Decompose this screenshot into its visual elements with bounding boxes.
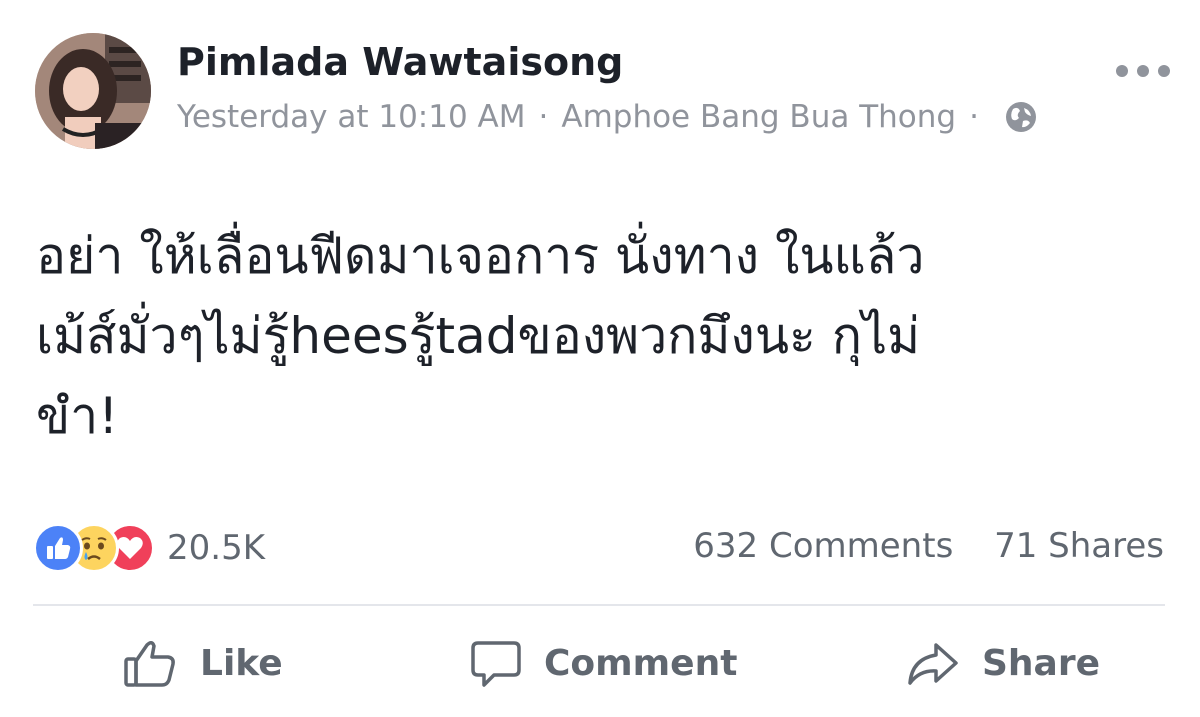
post-text: อย่า ให้เลื่อนฟีดมาเจอการ นั่งทาง ในแล้ว… — [36, 216, 1176, 456]
share-button[interactable]: Share — [906, 632, 1100, 694]
comments-count[interactable]: 632 Comments — [693, 526, 953, 566]
reactions-summary[interactable]: 20.5K — [33, 523, 265, 573]
share-label: Share — [982, 642, 1101, 684]
post-meta: Yesterday at 10:10 AM · Amphoe Bang Bua … — [177, 96, 1038, 138]
avatar-photo — [35, 33, 151, 149]
globe-icon[interactable] — [1004, 100, 1038, 134]
more-dot — [1116, 65, 1128, 77]
post-text-line: ขำ! — [36, 387, 119, 445]
like-button[interactable]: Like — [122, 632, 283, 694]
engagement-counts: 632 Comments 71 Shares — [693, 526, 1164, 566]
more-dot — [1137, 65, 1149, 77]
comment-icon — [471, 641, 521, 687]
avatar[interactable] — [35, 33, 151, 149]
post-text-line: เม้ส์มั่วๆไม่รู้heesรู้tadของพวกมึงนะ กุ… — [36, 307, 921, 365]
thumbs-up-icon — [124, 641, 175, 687]
more-dot — [1158, 65, 1170, 77]
divider — [33, 604, 1165, 606]
share-arrow-icon — [908, 643, 958, 685]
meta-separator: · — [969, 99, 979, 135]
comment-button[interactable]: Comment — [470, 632, 737, 694]
like-reaction-icon — [33, 523, 83, 573]
post-timestamp[interactable]: Yesterday at 10:10 AM — [177, 99, 526, 135]
author-name[interactable]: Pimlada Wawtaisong — [177, 40, 623, 84]
meta-separator: · — [538, 99, 549, 135]
post-location[interactable]: Amphoe Bang Bua Thong — [561, 99, 956, 135]
more-options-icon[interactable] — [1116, 56, 1170, 86]
shares-count[interactable]: 71 Shares — [994, 526, 1164, 566]
like-label: Like — [200, 642, 283, 684]
reaction-count: 20.5K — [167, 528, 265, 568]
comment-label: Comment — [544, 642, 738, 684]
facebook-post: Pimlada Wawtaisong Yesterday at 10:10 AM… — [0, 0, 1200, 717]
post-text-line: อย่า ให้เลื่อนฟีดมาเจอการ นั่งทาง ในแล้ว — [36, 227, 925, 285]
